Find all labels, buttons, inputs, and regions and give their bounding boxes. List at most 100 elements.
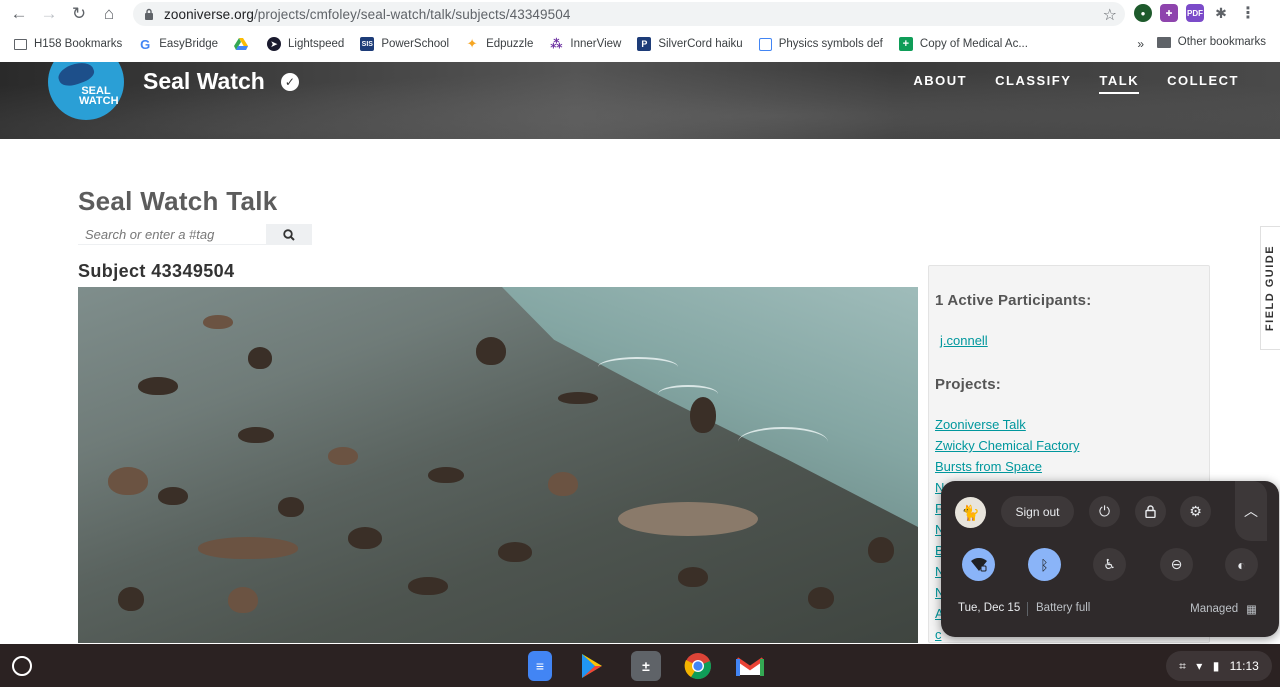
google-docs-icon[interactable]: ≡ [528,651,552,681]
bookmark-item[interactable]: ✦ Edpuzzle [465,36,534,51]
seal [248,347,272,369]
site-header: SEAL WATCH Seal Watch ✓ ABOUT CLASSIFY T… [0,62,1280,139]
gmail-icon[interactable] [735,651,765,681]
tray-date[interactable]: Tue, Dec 15 [958,602,1020,614]
nav-talk[interactable]: TALK [1099,73,1140,94]
seal [228,587,258,613]
lock-icon[interactable] [1135,496,1166,527]
bluetooth-icon[interactable]: ᛒ [1028,548,1061,581]
nav-classify[interactable]: CLASSIFY [995,73,1071,94]
search-input[interactable] [78,224,266,245]
seal [238,427,274,443]
project-link[interactable]: Zwicky Chemical Factory [935,435,1079,456]
docs-icon [758,37,772,51]
seal [690,397,716,433]
seal [108,467,148,495]
night-light-icon[interactable]: ◐ [1225,548,1258,581]
project-link[interactable]: Zooniverse Talk [935,414,1079,435]
seal [476,337,506,365]
status-area[interactable]: ⌗ ▾ ▮ 11:13 [1166,651,1272,681]
participants-heading: 1 Active Participants: [935,292,1092,309]
bookmark-star-icon[interactable]: ☆ [1103,5,1117,25]
folder-icon [14,38,27,50]
participant-link[interactable]: j.connell [940,330,988,351]
google-g-icon: G [140,36,151,52]
back-arrow-icon[interactable]: ← [4,0,34,28]
wifi-icon: ▾ [1196,659,1203,673]
puzzle-icon[interactable]: ✱ [1212,4,1230,22]
keyboard-icon: ⌗ [1179,658,1186,673]
seal [498,542,532,562]
avatar[interactable]: 🐈 [955,497,986,528]
bookmark-item[interactable]: ⁂ InnerView [549,37,621,51]
field-guide-tab[interactable]: FIELD GUIDE [1260,226,1280,350]
browser-toolbar: ← → ↻ ⌂ zooniverse.org/projects/cmfoley/… [0,0,1280,28]
logo-text: SEAL WATCH [79,85,119,107]
search-button[interactable] [266,224,312,245]
home-icon[interactable]: ⌂ [94,0,124,28]
bookmark-item[interactable]: P SilverCord haiku [637,37,743,51]
extension-icon[interactable]: ✚ [1160,4,1178,22]
bookmark-item[interactable] [234,37,255,51]
lock-icon [143,7,155,21]
seal [618,502,758,536]
project-link[interactable]: Bursts from Space [935,456,1079,477]
seal [868,537,894,563]
bookmark-item[interactable]: Physics symbols def [758,37,883,51]
pdf-extension-icon[interactable]: PDF [1186,4,1204,22]
accessibility-icon[interactable]: ♿ [1093,548,1126,581]
seal [118,587,144,611]
seal [198,537,298,559]
play-store-icon[interactable] [577,651,607,681]
bookmark-item[interactable]: + Copy of Medical Ac... [898,37,1028,51]
projects-heading: Projects: [935,376,1001,393]
search-icon [283,228,295,241]
project-nav: ABOUT CLASSIFY TALK COLLECT [913,73,1239,94]
managed-indicator[interactable]: Managed ▦ [1190,602,1257,616]
calculator-icon[interactable]: ± [631,651,661,681]
url-text: zooniverse.org/projects/cmfoley/seal-wat… [164,6,571,22]
extension-icon[interactable]: ● [1134,4,1152,22]
power-icon[interactable]: ⏻ [1089,496,1120,527]
powerschool-icon: SIS [360,37,375,51]
silvercord-icon: P [637,37,652,51]
settings-gear-icon[interactable]: ⚙ [1180,496,1211,527]
forward-arrow-icon[interactable]: → [34,0,64,28]
menu-dots-icon[interactable]: ⋮ [1240,3,1256,23]
collapse-chevron-up-icon[interactable]: ︿ [1235,481,1267,541]
bookmark-item[interactable]: SIS PowerSchool [360,37,449,51]
bookmark-item[interactable]: H158 Bookmarks [14,38,122,50]
more-bookmarks-button[interactable]: » [1137,37,1144,51]
lightspeed-icon: ➤ [267,37,282,51]
address-bar[interactable]: zooniverse.org/projects/cmfoley/seal-wat… [133,2,1125,26]
seal [558,392,598,404]
surf-line [738,427,828,457]
innerview-icon: ⁂ [550,37,563,51]
other-bookmarks-folder[interactable]: Other bookmarks [1156,36,1266,48]
battery-icon: ▮ [1212,659,1220,673]
nav-about[interactable]: ABOUT [913,73,967,94]
system-tray-popup: 🐈 Sign out ⏻ ⚙ ︿ ᛒ ♿ ⊖ ◐ Tue, Dec 15 Bat… [941,481,1279,637]
sheets-icon: + [898,37,913,51]
project-title[interactable]: Seal Watch ✓ [143,68,299,95]
seal-watch-logo[interactable]: SEAL WATCH [48,62,124,120]
chrome-icon[interactable] [683,651,713,681]
wifi-icon[interactable] [962,548,995,581]
edpuzzle-icon: ✦ [466,36,478,51]
do-not-disturb-icon[interactable]: ⊖ [1160,548,1193,581]
extensions-area: ● ✚ PDF ✱ ⋮ [1134,3,1256,23]
verified-check-icon: ✓ [280,72,299,91]
seal [203,315,233,329]
bookmark-item[interactable]: ➤ Lightspeed [267,37,344,51]
subject-image[interactable] [78,287,918,643]
seal [808,587,834,609]
reload-icon[interactable]: ↻ [64,0,94,28]
launcher-icon[interactable] [12,656,32,676]
seal [428,467,464,483]
nav-collect[interactable]: COLLECT [1167,73,1239,94]
separator [1027,602,1028,616]
sign-out-button[interactable]: Sign out [1001,496,1074,527]
water-area [502,287,918,527]
seal [678,567,708,587]
bookmark-item[interactable]: G EasyBridge [138,36,218,52]
